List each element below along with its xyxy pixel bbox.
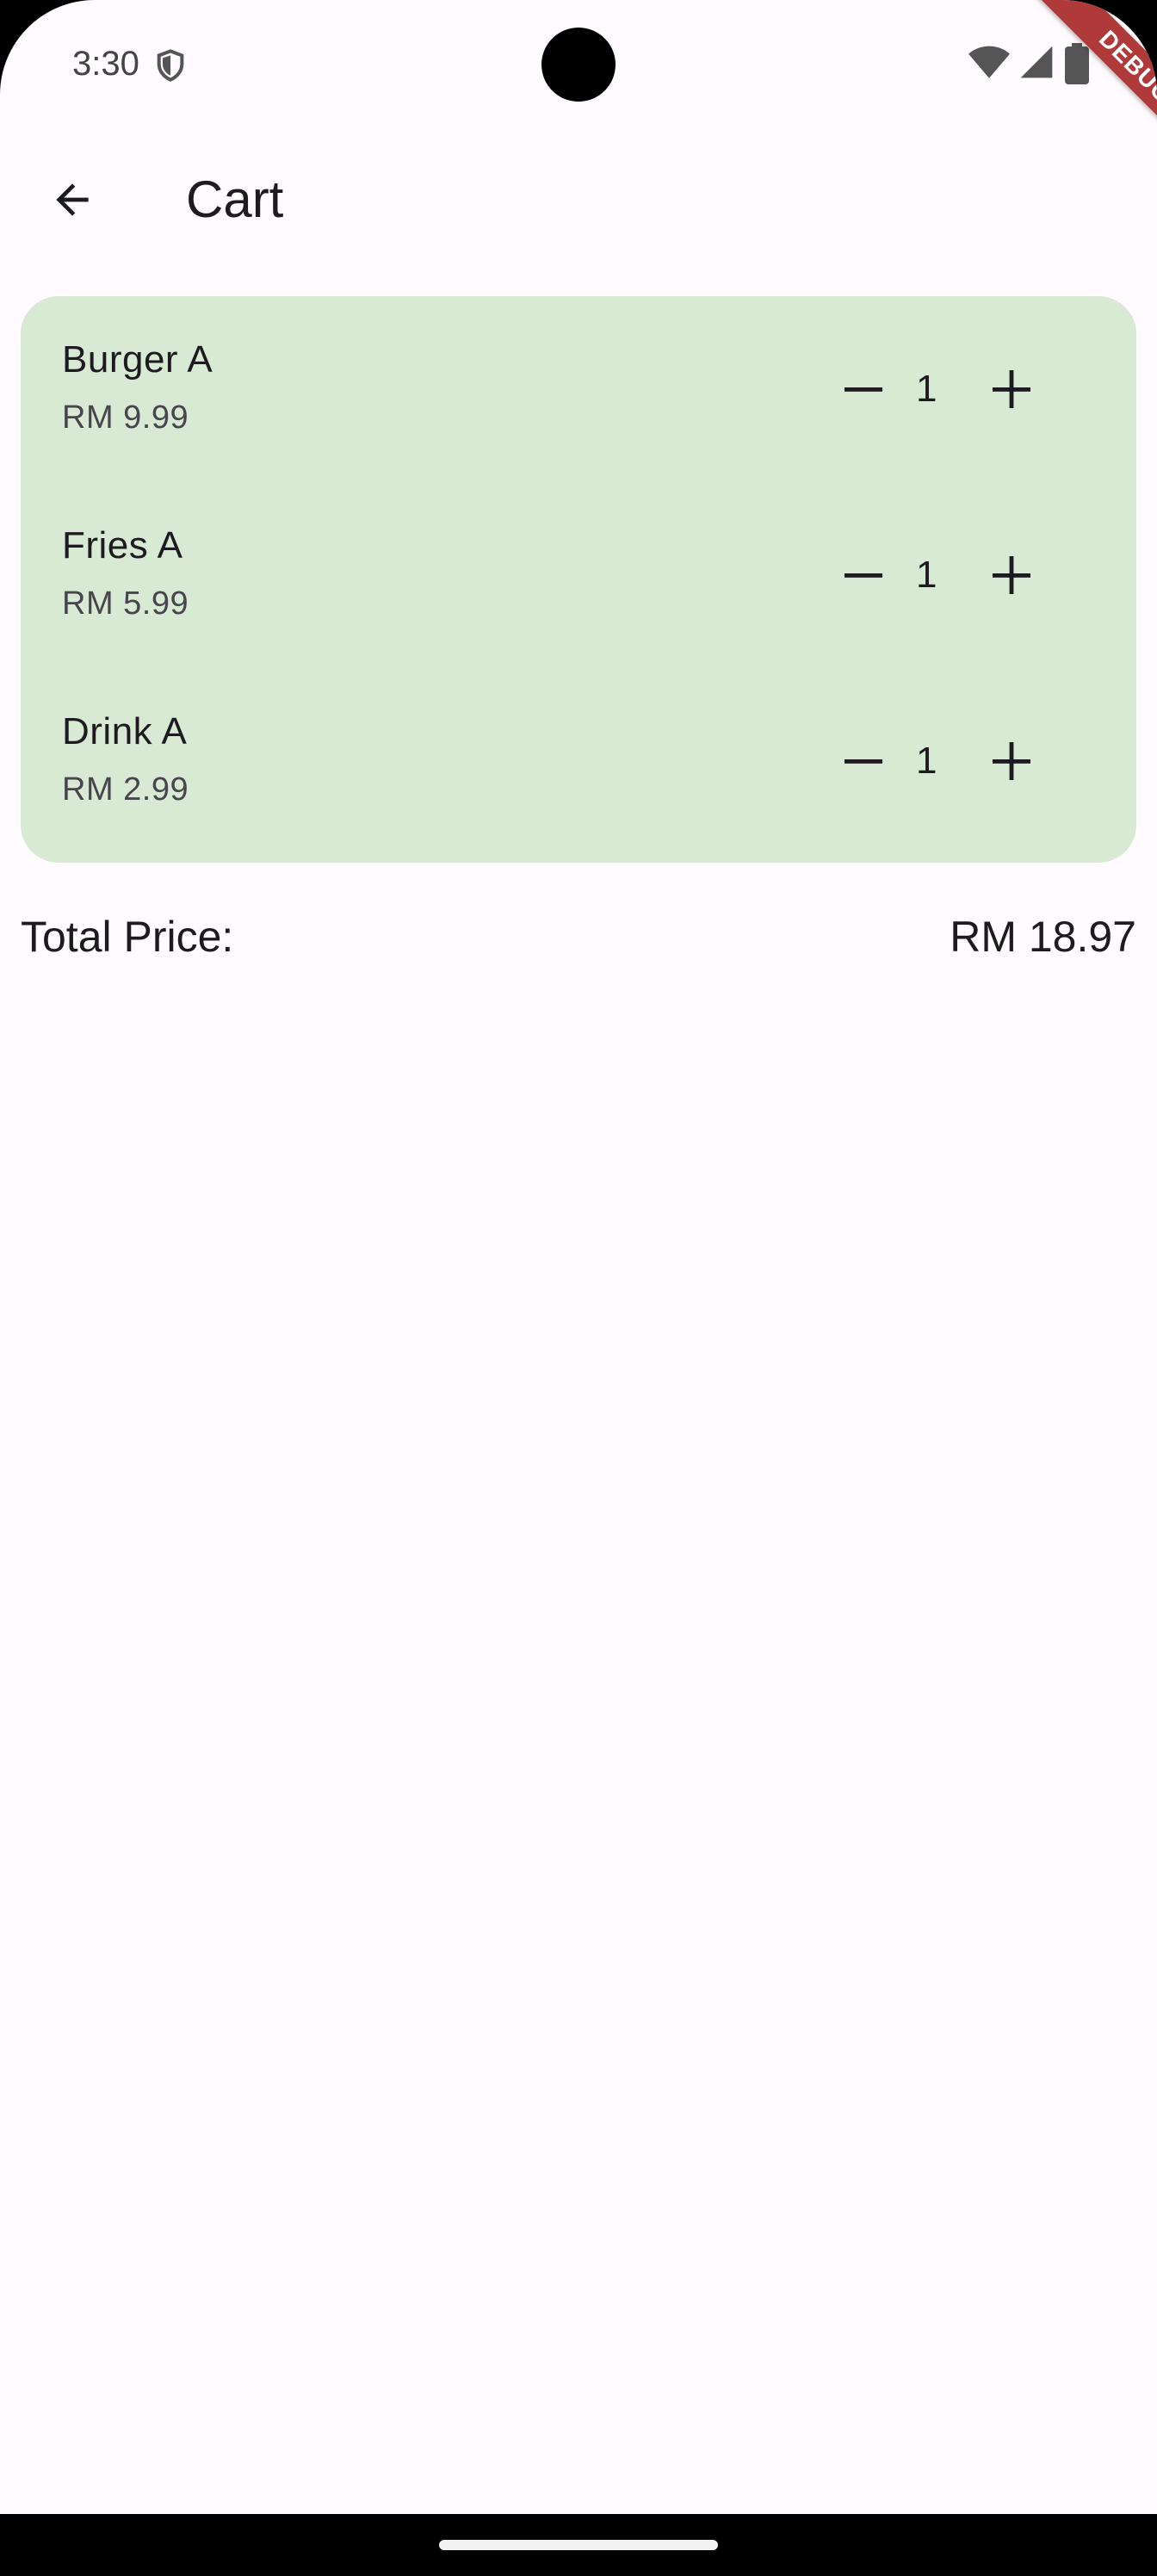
status-icons [968,43,1123,84]
item-name: Drink A [62,710,188,752]
cart-item-drink: Drink A RM 2.99 1 [21,668,1136,854]
minus-icon [845,387,882,392]
quantity-value: 1 [916,740,937,782]
increase-quantity-button[interactable] [970,348,1053,430]
battery-icon [1065,43,1089,84]
plus-icon [993,556,1030,594]
debug-label: DEBUG [1033,0,1157,170]
shield-icon [157,49,184,82]
back-button[interactable] [33,160,112,239]
status-time: 3:30 [72,45,139,83]
increase-quantity-button[interactable] [970,720,1053,802]
decrease-quantity-button[interactable] [822,348,905,430]
item-name: Fries A [62,524,183,567]
quantity-value: 1 [916,368,937,410]
plus-icon [993,742,1030,780]
minus-icon [845,759,882,764]
minus-icon [845,573,882,578]
item-price: RM 5.99 [62,585,189,622]
screen: 3:30 DEBUG Cart Burger A RM 9.99 1 Fries… [0,0,1157,2514]
item-price: RM 2.99 [62,771,189,808]
item-name: Burger A [62,338,213,381]
signal-icon [1020,46,1053,78]
increase-quantity-button[interactable] [970,534,1053,616]
debug-banner: DEBUG [985,0,1157,172]
total-price-label: Total Price: [21,913,234,961]
item-price: RM 9.99 [62,399,189,436]
wifi-icon [968,46,1010,78]
decrease-quantity-button[interactable] [822,534,905,616]
page-title: Cart [186,170,284,228]
total-price-value: RM 18.97 [950,913,1136,961]
plus-icon [993,370,1030,408]
cart-card: Burger A RM 9.99 1 Fries A RM 5.99 1 Dri… [21,296,1136,863]
decrease-quantity-button[interactable] [822,720,905,802]
gesture-nav-handle[interactable] [439,2540,718,2550]
cart-item-burger: Burger A RM 9.99 1 [21,296,1136,482]
quantity-value: 1 [916,554,937,596]
cart-item-fries: Fries A RM 5.99 1 [21,482,1136,668]
arrow-back-icon [56,183,89,216]
camera-cutout [541,28,616,102]
